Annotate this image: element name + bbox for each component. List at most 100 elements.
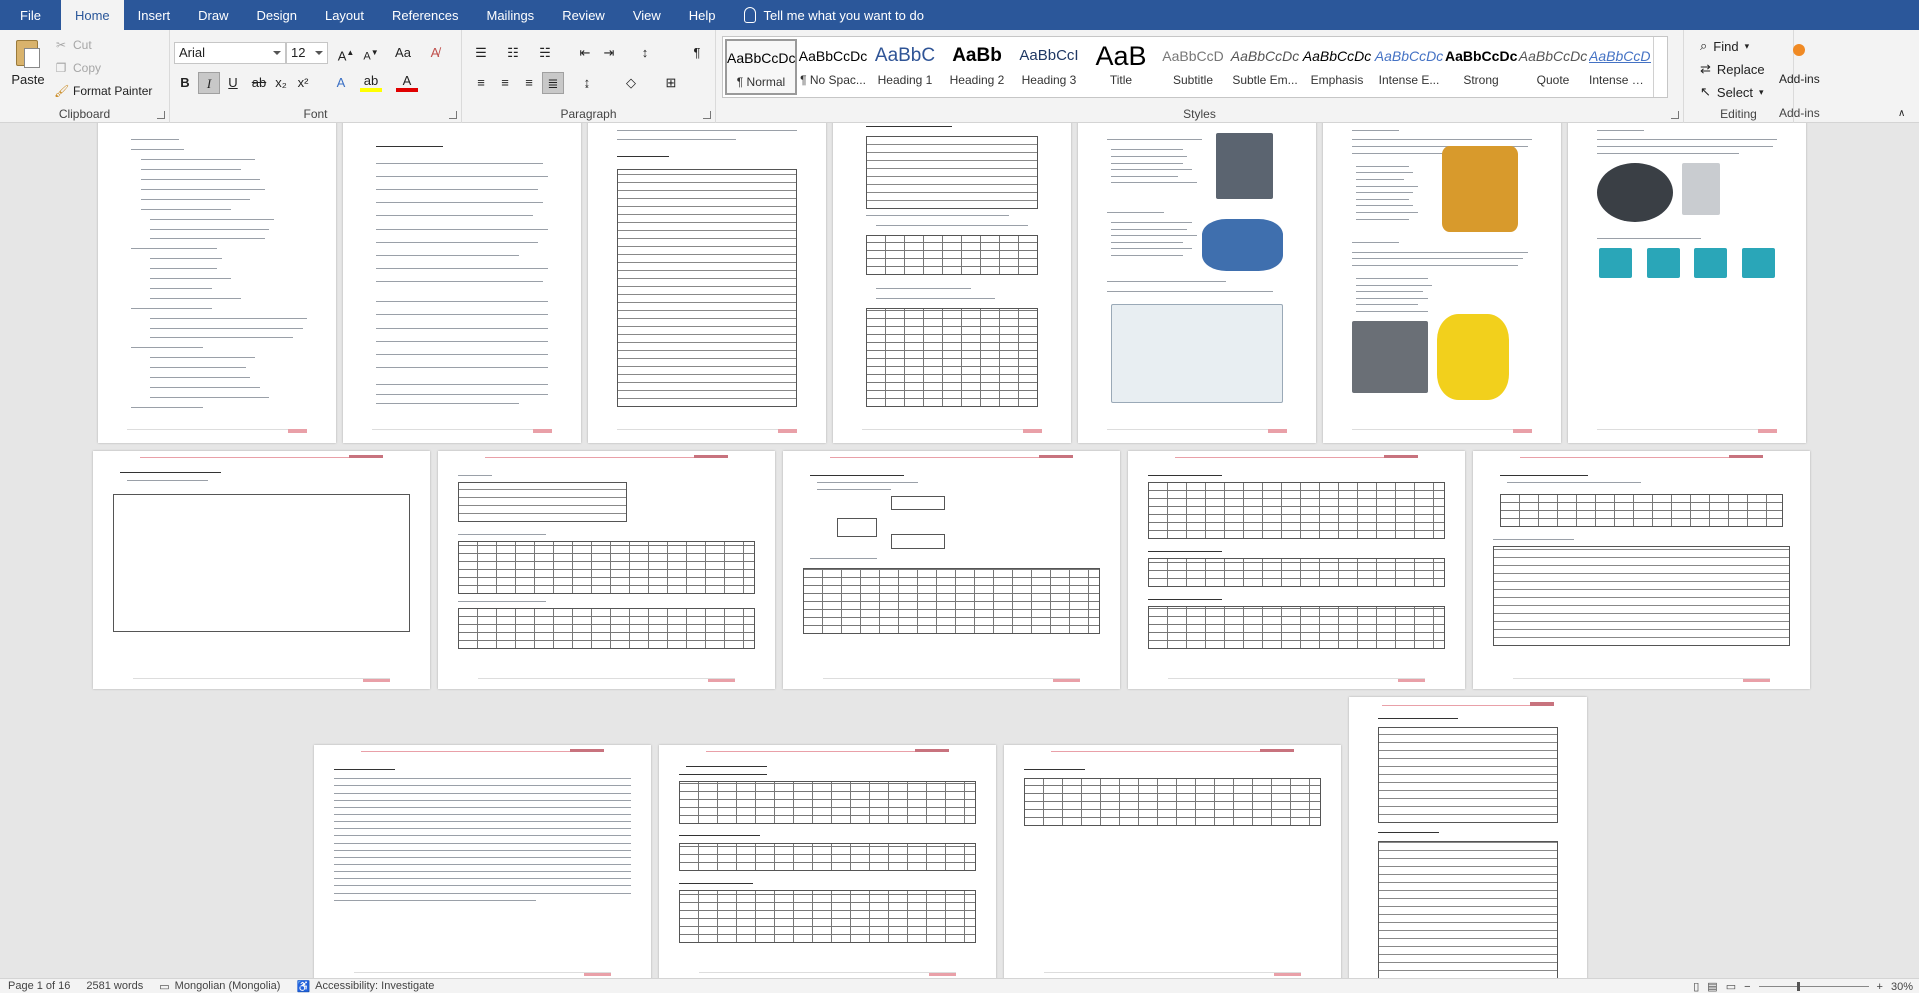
tab-help[interactable]: Help <box>675 0 730 30</box>
style-subtle-emphasis[interactable]: AaBbCcDc Subtle Em... <box>1229 39 1301 95</box>
tab-mailings[interactable]: Mailings <box>473 0 549 30</box>
select-button[interactable]: ↖ Select ▾ <box>1700 84 1764 100</box>
paintbrush-icon: 🖌 <box>54 84 70 98</box>
style-heading-3[interactable]: AaBbCcI Heading 3 <box>1013 39 1085 95</box>
zoom-slider-thumb[interactable] <box>1796 982 1800 991</box>
collapse-ribbon-icon[interactable]: ∧ <box>1898 108 1905 119</box>
clear-formatting-icon[interactable]: A̸ <box>424 42 446 64</box>
proofing-button[interactable]: ▭ Mongolian (Mongolia) <box>151 980 288 993</box>
style-quote[interactable]: AaBbCcDc Quote <box>1517 39 1589 95</box>
increase-indent-icon[interactable]: ⇥ <box>598 42 620 64</box>
italic-button[interactable]: I <box>198 72 220 94</box>
page-thumbnail[interactable] <box>1128 451 1465 689</box>
page-thumbnail[interactable] <box>659 745 996 978</box>
page-thumbnail[interactable] <box>783 451 1120 689</box>
page-thumbnail[interactable] <box>1473 451 1810 689</box>
clipboard-launcher-icon[interactable] <box>157 111 165 119</box>
format-painter-button[interactable]: 🖌 Format Painter <box>54 84 152 98</box>
style-no-spacing[interactable]: AaBbCcDc ¶ No Spac... <box>797 39 869 95</box>
style-strong[interactable]: AaBbCcDc Strong <box>1445 39 1517 95</box>
font-launcher-icon[interactable] <box>449 111 457 119</box>
line-spacing-icon[interactable]: ↨ <box>576 72 598 94</box>
style-heading-1[interactable]: AaBbC Heading 1 <box>869 39 941 95</box>
page-thumbnail[interactable] <box>343 123 581 443</box>
superscript-button[interactable]: x² <box>292 72 314 94</box>
style-title[interactable]: AaB Title <box>1085 39 1157 95</box>
strikethrough-button[interactable]: ab <box>248 72 270 94</box>
text-effects-icon[interactable]: A <box>330 72 352 94</box>
document-area[interactable] <box>0 123 1919 978</box>
paragraph-launcher-icon[interactable] <box>703 111 711 119</box>
subscript-button[interactable]: x₂ <box>270 72 292 94</box>
zoom-slider[interactable] <box>1758 982 1869 991</box>
sort-icon[interactable]: ↕ <box>634 42 656 64</box>
align-right-icon[interactable]: ≡ <box>518 72 540 94</box>
style-normal[interactable]: AaBbCcDc ¶ Normal <box>725 39 797 95</box>
tab-file[interactable]: File <box>0 0 61 30</box>
grow-font-icon[interactable]: A▲ <box>335 42 357 64</box>
tab-design[interactable]: Design <box>243 0 311 30</box>
addins-icon[interactable] <box>1793 44 1805 56</box>
multilevel-list-icon[interactable]: ☵ <box>534 42 556 64</box>
font-color-icon[interactable]: A <box>396 72 418 92</box>
styles-gallery-scroll[interactable] <box>1653 37 1667 97</box>
bold-button[interactable]: B <box>174 72 196 94</box>
web-layout-icon[interactable]: ▭ <box>1726 980 1736 993</box>
decrease-indent-icon[interactable]: ⇤ <box>574 42 596 64</box>
zoom-level[interactable]: 30% <box>1891 981 1913 993</box>
page-thumbnail[interactable] <box>98 123 336 443</box>
borders-icon[interactable]: ⊞ <box>660 72 682 94</box>
bullets-icon[interactable]: ☰ <box>470 42 492 64</box>
page-count[interactable]: Page 1 of 16 <box>0 980 78 992</box>
page-thumbnail[interactable] <box>833 123 1071 443</box>
styles-launcher-icon[interactable] <box>1671 111 1679 119</box>
change-case-icon[interactable]: Aa <box>392 42 414 64</box>
copy-button[interactable]: ❐ Copy <box>54 61 101 75</box>
tab-references[interactable]: References <box>378 0 472 30</box>
tab-draw[interactable]: Draw <box>184 0 242 30</box>
justify-icon[interactable]: ≣ <box>542 72 564 94</box>
page-thumbnail[interactable] <box>438 451 775 689</box>
page-thumbnail[interactable] <box>1568 123 1806 443</box>
tab-home[interactable]: Home <box>60 0 124 30</box>
page-thumbnail[interactable] <box>93 451 430 689</box>
style-emphasis[interactable]: AaBbCcDc Emphasis <box>1301 39 1373 95</box>
zoom-in-icon[interactable]: + <box>1877 981 1883 993</box>
replace-button[interactable]: ⇄ Replace <box>1700 61 1765 77</box>
style-intense-quote[interactable]: AaBbCcDc Intense Q... <box>1589 39 1651 95</box>
tab-layout[interactable]: Layout <box>311 0 378 30</box>
font-size-box[interactable]: 12 <box>286 42 328 64</box>
underline-button[interactable]: U <box>222 72 244 94</box>
zoom-out-icon[interactable]: − <box>1744 981 1750 993</box>
tab-view[interactable]: View <box>619 0 675 30</box>
highlight-icon[interactable]: ab <box>360 72 382 92</box>
page-thumbnail[interactable] <box>1323 123 1561 443</box>
page-thumbnail[interactable] <box>314 745 651 978</box>
cut-button[interactable]: ✂ Cut <box>54 38 92 52</box>
align-left-icon[interactable]: ≡ <box>470 72 492 94</box>
style-intense-emphasis[interactable]: AaBbCcDc Intense E... <box>1373 39 1445 95</box>
shading-icon[interactable]: ◇ <box>620 72 642 94</box>
page-thumbnail[interactable] <box>1078 123 1316 443</box>
print-layout-icon[interactable]: ▤ <box>1707 980 1717 993</box>
chevron-down-icon: ▾ <box>1744 40 1750 51</box>
page-thumbnail[interactable] <box>1349 697 1587 978</box>
tab-review[interactable]: Review <box>548 0 619 30</box>
tab-insert[interactable]: Insert <box>124 0 185 30</box>
find-button[interactable]: ⌕ Find ▾ <box>1700 38 1749 54</box>
numbering-icon[interactable]: ☷ <box>502 42 524 64</box>
word-count[interactable]: 2581 words <box>78 980 151 992</box>
tell-me-search[interactable]: Tell me what you want to do <box>743 0 924 30</box>
style-subtitle[interactable]: AaBbCcD Subtitle <box>1157 39 1229 95</box>
font-name-box[interactable]: Arial <box>174 42 286 64</box>
paste-button[interactable]: Paste <box>6 34 50 108</box>
read-mode-icon[interactable]: ▯ <box>1693 980 1699 993</box>
shrink-font-icon[interactable]: A▼ <box>360 42 382 64</box>
pilcrow-icon[interactable]: ¶ <box>686 42 708 64</box>
style-heading-2[interactable]: AaBb Heading 2 <box>941 39 1013 95</box>
page-thumbnail[interactable] <box>588 123 826 443</box>
align-center-icon[interactable]: ≡ <box>494 72 516 94</box>
accessibility-button[interactable]: ♿ Accessibility: Investigate <box>288 980 442 993</box>
page-thumbnail[interactable] <box>1004 745 1341 978</box>
addins-button[interactable]: Add-ins <box>1779 72 1820 86</box>
